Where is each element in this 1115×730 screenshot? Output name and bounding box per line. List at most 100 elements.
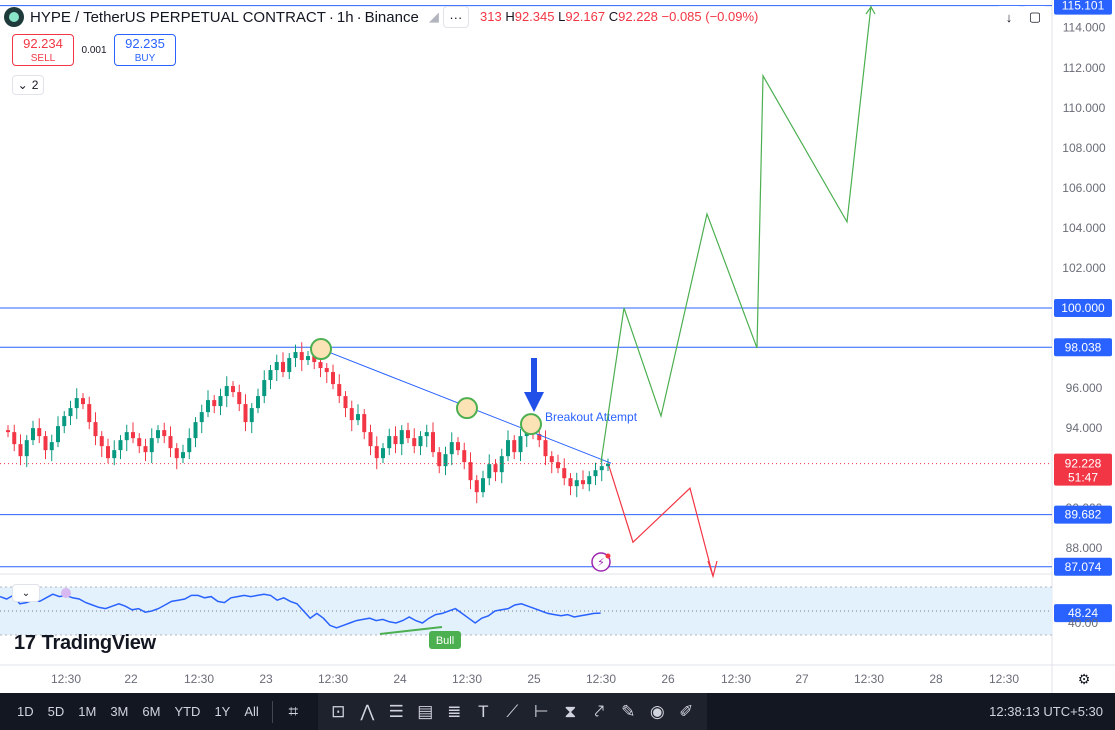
candle <box>337 384 342 397</box>
change-value: −0.085 (−0.09%) <box>661 9 759 24</box>
y-tick-label: 114.000 <box>1063 21 1106 35</box>
scroll-down-icon[interactable]: ↓ <box>996 6 1022 28</box>
gear-icon: ⚙ <box>1078 672 1091 688</box>
clock[interactable]: 12:38:13 UTC+5:30 <box>989 704 1103 719</box>
rsi-tick-label: 40.00 <box>1068 616 1098 630</box>
timeframe-1y[interactable]: 1Y <box>207 704 237 719</box>
candle <box>249 408 254 423</box>
brush-icon[interactable]: ✎ <box>614 702 643 722</box>
y-tick-label: 110.000 <box>1063 101 1106 115</box>
current-price-label: 92.228 <box>1065 457 1102 471</box>
candle <box>12 432 17 445</box>
trend-line-icon[interactable]: ⟋ <box>498 702 527 722</box>
path-icon[interactable]: ⤤ <box>585 702 614 722</box>
y-tick-label: 96.000 <box>1066 381 1103 395</box>
level-label: 87.074 <box>1065 560 1102 574</box>
x-tick-label: 23 <box>259 672 273 686</box>
candle <box>118 440 123 451</box>
symbol-title[interactable]: HYPE / TetherUS PERPETUAL CONTRACT <box>30 9 326 26</box>
ruler-icon[interactable]: ⧗ <box>556 702 585 722</box>
chart-area[interactable]: 114.000 112.000 110.000 108.000 106.000 104.0… <box>0 0 1115 693</box>
eye-icon[interactable]: ◢ <box>429 9 439 25</box>
y-tick-label: 104.000 <box>1062 221 1106 235</box>
position-icon[interactable]: ▤ <box>411 702 440 722</box>
timeframe-1d[interactable]: 1D <box>10 704 41 719</box>
candle <box>349 408 354 421</box>
touch-point-marker <box>456 397 478 420</box>
sell-button[interactable]: 92.234 SELL <box>12 34 74 66</box>
pencil-icon[interactable]: ✐ <box>672 702 701 722</box>
hype-coin-icon <box>4 7 24 27</box>
channel-icon[interactable]: ≣ <box>440 702 469 722</box>
cursor-icon[interactable]: ⊡ <box>324 702 353 722</box>
fib-icon[interactable]: ☰ <box>382 702 411 722</box>
candle <box>593 470 598 477</box>
countdown-label: 51:47 <box>1068 471 1098 485</box>
candle <box>143 446 148 453</box>
timeframe-all[interactable]: All <box>237 704 265 719</box>
candle <box>599 466 604 471</box>
bull-badge-label: Bull <box>436 635 454 647</box>
timeframe-1m[interactable]: 1M <box>71 704 103 719</box>
chevron-down-icon: ⌄ <box>17 78 28 92</box>
candle <box>574 480 579 487</box>
timeframe-6m[interactable]: 6M <box>135 704 167 719</box>
candle <box>56 426 60 443</box>
settings-dots-icon[interactable]: ··· <box>442 6 469 28</box>
low-value: 92.167 <box>565 9 606 24</box>
candle <box>481 478 485 493</box>
candle <box>237 392 242 405</box>
timeframe-ytd[interactable]: YTD <box>167 704 207 719</box>
candle <box>318 362 323 369</box>
interval-label[interactable]: 1h <box>337 9 354 26</box>
x-tick-label: 28 <box>929 672 943 686</box>
open-suffix: 313 <box>480 9 502 24</box>
candle <box>131 432 135 439</box>
candle <box>81 398 85 405</box>
candle <box>412 438 417 447</box>
candle <box>43 436 48 451</box>
candle <box>456 442 460 451</box>
candle <box>487 464 492 479</box>
measure-icon[interactable]: ⊢ <box>527 702 556 722</box>
candle <box>518 436 523 453</box>
lightning-icon: ⚡ <box>597 556 605 569</box>
candle <box>24 440 29 457</box>
layers-toggle[interactable]: ⌄ 2 <box>12 75 44 95</box>
candle <box>449 442 454 455</box>
candle <box>18 444 23 457</box>
candle <box>206 400 210 413</box>
candle <box>506 440 510 457</box>
candle <box>306 356 310 361</box>
date-range-icon[interactable]: ⌗ <box>279 702 308 722</box>
pattern-icon[interactable]: ⋀ <box>353 702 382 722</box>
candle <box>31 428 35 441</box>
y-tick-label: 102.000 <box>1062 261 1106 275</box>
rsi-collapse-toggle[interactable]: ⌄ <box>12 584 40 602</box>
rsi-band <box>0 587 1052 635</box>
x-tick-label: 12:30 <box>318 672 348 686</box>
candle <box>124 432 129 441</box>
timeframe-3m[interactable]: 3M <box>103 704 135 719</box>
y-tick-label: 108.000 <box>1062 141 1106 155</box>
text-icon[interactable]: T <box>469 702 498 722</box>
x-tick-label: 24 <box>393 672 407 686</box>
high-value: 92.345 <box>514 9 555 24</box>
candle <box>218 396 223 407</box>
symbol-header[interactable]: HYPE / TetherUS PERPETUAL CONTRACT · 1h … <box>4 5 469 29</box>
timeframe-5d[interactable]: 5D <box>41 704 72 719</box>
touch-point-marker <box>310 338 332 361</box>
candle <box>581 480 585 485</box>
candle <box>512 440 517 453</box>
x-tick-label: 27 <box>795 672 809 686</box>
event-dot <box>605 553 611 559</box>
candle <box>87 404 92 423</box>
candle <box>93 422 98 437</box>
candle <box>443 454 448 467</box>
buy-button[interactable]: 92.235 BUY <box>114 34 176 66</box>
fullscreen-icon[interactable]: ▢ <box>1022 6 1048 28</box>
eye-icon[interactable]: ◉ <box>643 702 672 722</box>
price-chart[interactable]: 114.000 112.000 110.000 108.000 106.000 104.0… <box>0 0 1115 693</box>
x-tick-label: 22 <box>124 672 138 686</box>
candle <box>549 456 554 463</box>
